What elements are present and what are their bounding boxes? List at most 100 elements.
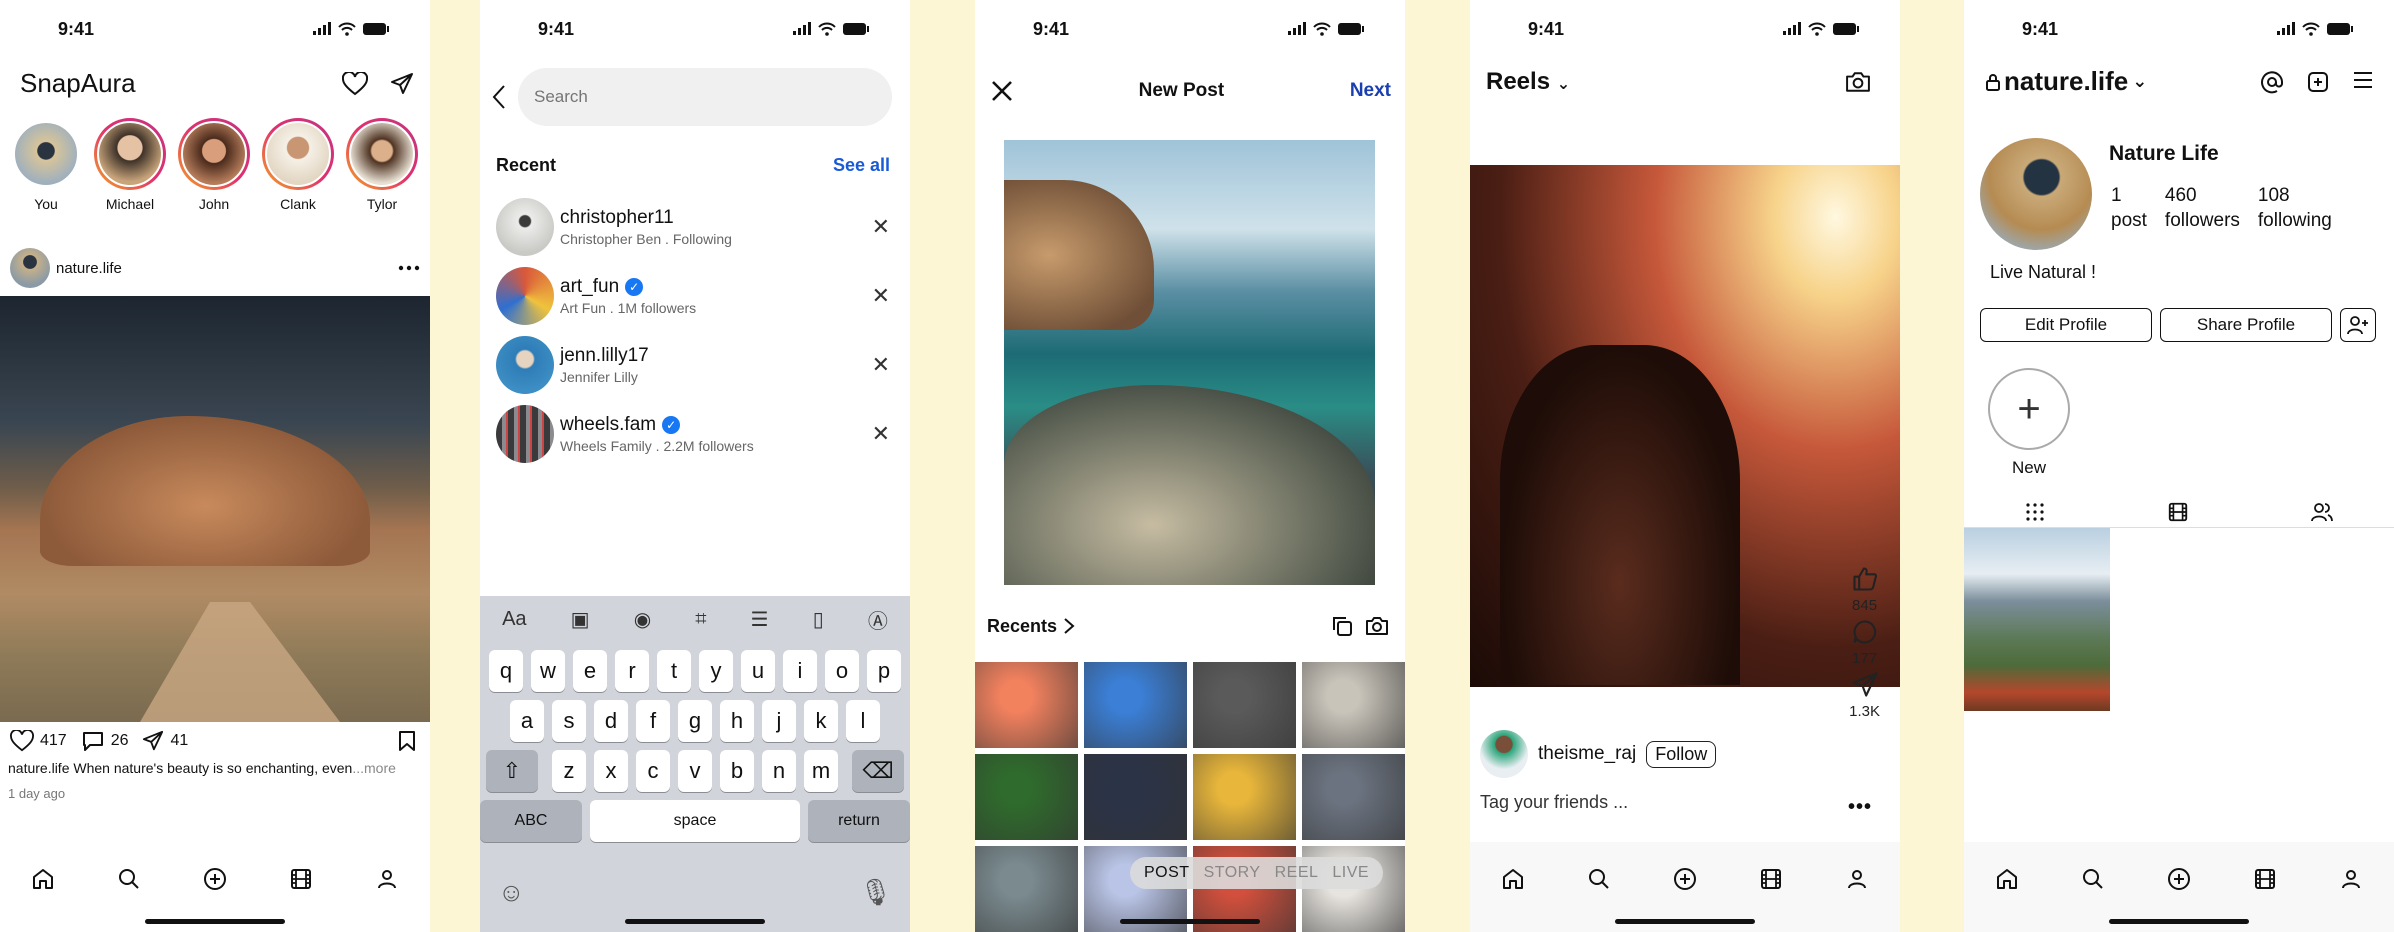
story-you[interactable]: You (8, 118, 84, 212)
profile-icon[interactable] (2336, 864, 2366, 894)
search-icon[interactable] (1584, 864, 1614, 894)
remove-icon[interactable]: ✕ (866, 214, 896, 240)
story-tylor[interactable]: Tylor (344, 118, 420, 212)
key-y[interactable]: y (699, 650, 733, 692)
comment-icon[interactable] (1851, 618, 1879, 646)
key-q[interactable]: q (489, 650, 523, 692)
recent-item[interactable]: christopher11 Christopher Ben . Following… (496, 192, 896, 261)
remove-icon[interactable]: ✕ (866, 421, 896, 447)
bookmark-icon[interactable] (398, 730, 416, 752)
recent-item[interactable]: wheels.fam ✓ Wheels Family . 2.2M follower… (496, 399, 896, 468)
scan-icon[interactable]: ⌗ (695, 608, 706, 631)
mode-story[interactable]: STORY (1204, 864, 1261, 882)
edit-profile-button[interactable]: Edit Profile (1980, 308, 2152, 342)
add-post-icon[interactable] (200, 864, 230, 894)
key-k[interactable]: k (804, 700, 838, 742)
key-a[interactable]: a (510, 700, 544, 742)
microphone-icon[interactable]: 🎙 (859, 877, 892, 908)
key-n[interactable]: n (762, 750, 796, 792)
recent-item[interactable]: jenn.lilly17 Jennifer Lilly ✕ (496, 330, 896, 399)
camera-icon[interactable]: ◉ (634, 607, 651, 632)
gallery-thumbnail[interactable] (1193, 754, 1296, 840)
following-stat[interactable]: 108 following (2258, 184, 2332, 233)
profile-icon[interactable] (1842, 864, 1872, 894)
key-m[interactable]: m (804, 750, 838, 792)
author-username[interactable]: theisme_raj (1538, 743, 1636, 765)
profile-avatar[interactable] (1980, 138, 2092, 250)
search-icon[interactable] (114, 864, 144, 894)
next-button[interactable]: Next (1350, 80, 1391, 102)
add-post-icon[interactable] (1670, 864, 1700, 894)
reels-icon[interactable] (2250, 864, 2280, 894)
home-icon[interactable] (1992, 864, 2022, 894)
chevron-right-icon[interactable] (1063, 617, 1075, 635)
key-e[interactable]: e (573, 650, 607, 692)
key-v[interactable]: v (678, 750, 712, 792)
home-icon[interactable] (1498, 864, 1528, 894)
emoji-icon[interactable]: ☺ (498, 877, 525, 908)
mode-post[interactable]: POST (1144, 864, 1190, 882)
text-format-icon[interactable]: Aa (502, 608, 526, 631)
more-icon[interactable]: ••• (1848, 796, 1872, 819)
mode-live[interactable]: LIVE (1332, 864, 1369, 882)
post-avatar[interactable] (10, 248, 50, 288)
see-all-link[interactable]: See all (833, 155, 890, 176)
key-f[interactable]: f (636, 700, 670, 742)
story-john[interactable]: John (176, 118, 252, 212)
reels-tab-icon[interactable] (2167, 501, 2189, 523)
add-post-icon[interactable] (2164, 864, 2194, 894)
key-c[interactable]: c (636, 750, 670, 792)
camera-icon[interactable] (1844, 70, 1872, 94)
key-t[interactable]: t (657, 650, 691, 692)
key-j[interactable]: j (762, 700, 796, 742)
home-icon[interactable] (28, 864, 58, 894)
key-x[interactable]: x (594, 750, 628, 792)
tagged-icon[interactable] (2310, 501, 2334, 523)
menu-icon[interactable] (2352, 70, 2374, 90)
heart-icon[interactable] (342, 71, 368, 96)
post-username[interactable]: nature.life (56, 260, 398, 277)
key-z[interactable]: z (552, 750, 586, 792)
markup-icon[interactable]: Ⓐ (868, 605, 888, 634)
gallery-thumbnail[interactable] (975, 662, 1078, 748)
caption-more[interactable]: ...more (352, 760, 396, 776)
scan-text-icon[interactable]: ☰ (751, 607, 769, 632)
more-icon[interactable] (398, 265, 420, 271)
share-profile-button[interactable]: Share Profile (2160, 308, 2332, 342)
gallery-thumbnail[interactable] (975, 846, 1078, 932)
story-michael[interactable]: Michael (92, 118, 168, 212)
key-p[interactable]: p (867, 650, 901, 692)
gallery-thumbnail[interactable] (1084, 662, 1187, 748)
threads-icon[interactable] (2260, 70, 2284, 94)
mode-reel[interactable]: REEL (1275, 864, 1319, 882)
add-content-icon[interactable] (2306, 70, 2330, 94)
photo-icon[interactable]: ▣ (571, 607, 590, 632)
share-icon[interactable] (1851, 671, 1879, 699)
account-switcher[interactable]: nature.life ⌄ (1986, 66, 2260, 97)
reel-video[interactable] (1470, 165, 1900, 687)
author-avatar[interactable] (1480, 730, 1528, 778)
space-key[interactable]: space (590, 800, 800, 842)
key-w[interactable]: w (531, 650, 565, 692)
key-u[interactable]: u (741, 650, 775, 692)
search-icon[interactable] (2078, 864, 2108, 894)
story-clank[interactable]: Clank (260, 118, 336, 212)
key-o[interactable]: o (825, 650, 859, 692)
add-friend-button[interactable] (2340, 308, 2376, 342)
story-ka[interactable]: Ka (428, 118, 430, 212)
close-icon[interactable] (991, 80, 1013, 102)
like-icon[interactable] (10, 730, 34, 752)
delete-key[interactable]: ⌫ (852, 750, 904, 792)
search-input[interactable] (518, 68, 892, 126)
gallery-thumbnail[interactable] (1302, 662, 1405, 748)
caption-user[interactable]: nature.life (8, 760, 69, 776)
abc-key[interactable]: ABC (480, 800, 582, 842)
key-d[interactable]: d (594, 700, 628, 742)
recents-dropdown[interactable]: Recents (987, 616, 1057, 637)
key-l[interactable]: l (846, 700, 880, 742)
share-icon[interactable] (141, 730, 165, 752)
key-h[interactable]: h (720, 700, 754, 742)
gallery-thumbnail[interactable] (975, 754, 1078, 840)
follow-button[interactable]: Follow (1646, 740, 1717, 768)
key-i[interactable]: i (783, 650, 817, 692)
